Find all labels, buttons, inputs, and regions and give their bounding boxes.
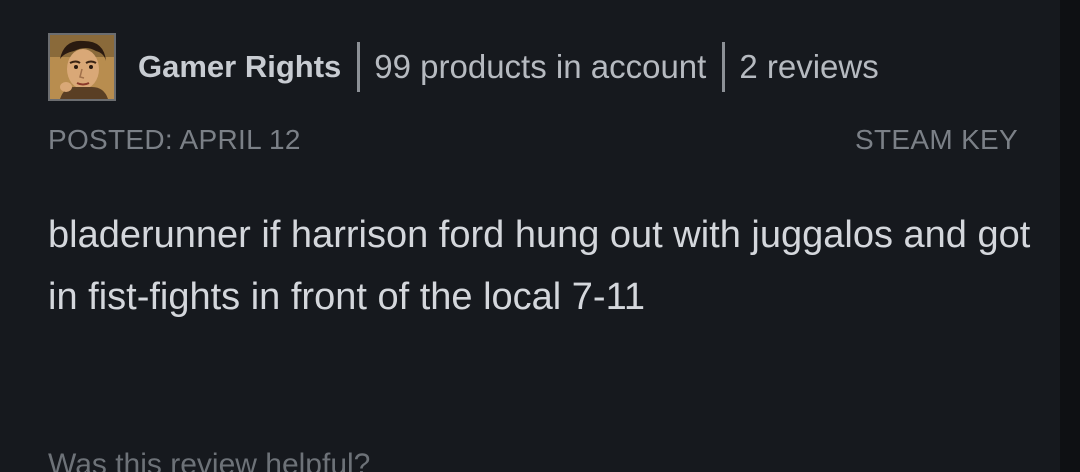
reviews-count[interactable]: 2 reviews bbox=[739, 48, 878, 86]
scrollbar-track[interactable] bbox=[1060, 0, 1080, 472]
review-card: Gamer Rights 99 products in account 2 re… bbox=[0, 0, 1060, 472]
review-text: bladerunner if harrison ford hung out wi… bbox=[48, 214, 1031, 318]
divider bbox=[357, 42, 361, 92]
products-count[interactable]: 99 products in account bbox=[374, 48, 706, 86]
author-header: Gamer Rights 99 products in account 2 re… bbox=[48, 31, 879, 103]
avatar[interactable] bbox=[48, 33, 116, 101]
divider bbox=[722, 42, 726, 92]
avatar-portrait-image bbox=[50, 35, 114, 99]
posted-date: POSTED: APRIL 12 bbox=[48, 124, 301, 155]
author-name[interactable]: Gamer Rights bbox=[138, 49, 341, 85]
helpful-prompt: Was this review helpful? bbox=[48, 448, 371, 472]
product-source: STEAM KEY bbox=[855, 124, 1018, 155]
